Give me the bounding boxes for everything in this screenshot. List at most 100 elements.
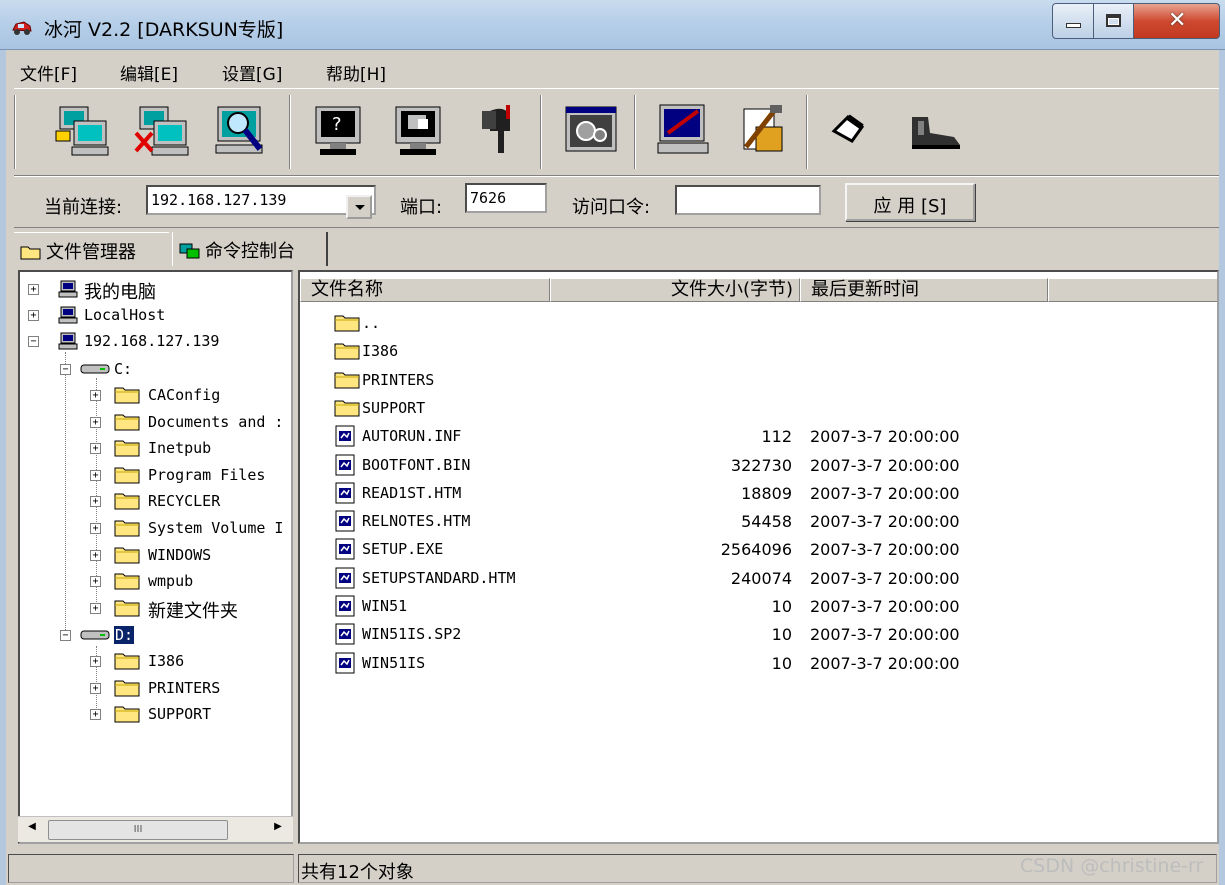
file-row[interactable]: WIN51 10 2007-3-7 20:00:00 [300,591,1217,619]
file-row[interactable]: WIN51IS 10 2007-3-7 20:00:00 [300,648,1217,676]
file-icon [335,482,355,504]
file-row[interactable]: AUTORUN.INF 112 2007-3-7 20:00:00 [300,421,1217,449]
tree-node-folder[interactable]: + Program Files [90,464,290,488]
status-left-pane [8,854,294,883]
collapse-minus-icon[interactable]: − [60,630,71,641]
file-row[interactable]: WIN51IS.SP2 10 2007-3-7 20:00:00 [300,619,1217,647]
folder-icon [114,570,140,594]
tree-node-folder[interactable]: + I386 [90,650,290,674]
minimize-button[interactable] [1052,3,1094,39]
file-row[interactable]: RELNOTES.HTM 54458 2007-3-7 20:00:00 [300,506,1217,534]
maximize-button[interactable] [1094,3,1134,39]
tree-node-folder[interactable]: + CAConfig [90,384,290,408]
screen-control-icon[interactable] [388,97,450,163]
file-name: SUPPORT [362,398,426,417]
tree-node-folder[interactable]: + System Volume I [90,517,290,541]
tools-icon[interactable] [734,97,796,163]
tree-label: 新建文件夹 [148,600,238,622]
expand-plus-icon[interactable]: + [90,682,101,694]
tree-node-folder[interactable]: + Inetpub [90,437,290,461]
expand-plus-icon[interactable]: + [90,390,101,401]
tree-horizontal-scrollbar[interactable]: ◀ III ▶ [18,816,293,842]
settings-gear-icon[interactable] [560,97,622,163]
expand-plus-icon[interactable]: + [90,523,101,534]
file-row[interactable]: READ1ST.HTM 18809 2007-3-7 20:00:00 [300,478,1217,506]
tree-node-folder[interactable]: + WINDOWS [90,544,290,568]
expand-plus-icon[interactable]: + [28,284,39,295]
tree-node-folder[interactable]: + SUPPORT [90,703,290,727]
connection-dropdown-button[interactable] [346,195,372,219]
tree-node-drive-c[interactable]: − C: [58,358,278,382]
folder-icon [114,600,140,617]
file-icon [334,623,356,649]
port-label: 端口: [400,197,443,218]
folder-icon [114,677,140,701]
file-list-view: 文件名称 文件大小(字节) 最后更新时间 .. I386 PRINTERS SUPPO… [298,270,1219,844]
tab-file-manager[interactable]: 文件管理器 [14,232,169,266]
expand-plus-icon[interactable]: + [90,656,101,667]
file-row[interactable]: .. [300,308,1217,336]
mail-info-icon[interactable] [468,97,530,163]
scroll-thumb[interactable]: III [48,820,228,840]
delete-host-icon[interactable] [132,97,194,163]
close-button[interactable]: ✕ [1134,3,1220,39]
expand-plus-icon[interactable]: + [90,443,101,455]
file-name: I386 [362,342,399,361]
screen-capture-icon[interactable]: ? [308,97,370,163]
tab-command-console[interactable]: 命令控制台 [172,232,328,266]
expand-plus-icon[interactable]: + [90,576,101,588]
tree-node-folder[interactable]: + wmpub [90,570,290,594]
folder-icon [334,369,360,393]
upgrade-icon[interactable] [826,97,888,163]
file-name: SETUP.EXE [362,540,444,559]
column-header-name[interactable]: 文件名称 [300,278,550,302]
shoe-exit-icon[interactable] [904,97,966,163]
expand-plus-icon[interactable]: + [90,549,101,561]
search-host-icon[interactable] [210,97,272,163]
menu-edit[interactable]: 编辑[E] [120,60,178,85]
scroll-left-icon[interactable]: ◀ [22,821,42,839]
scroll-right-icon[interactable]: ▶ [268,821,288,839]
computer-icon [58,280,78,298]
tree-node-localhost[interactable]: + LocalHost [26,304,286,328]
menu-help[interactable]: 帮助[H] [326,60,386,85]
menu-file[interactable]: 文件[F] [20,60,77,85]
file-row[interactable]: I386 [300,336,1217,364]
folder-icon [114,597,140,621]
file-row[interactable]: PRINTERS [300,365,1217,393]
tree-node-folder[interactable]: + RECYCLER [90,490,290,514]
tree-node-folder[interactable]: + Documents and : [90,411,290,435]
tree-label: Documents and : [148,412,284,431]
collapse-minus-icon[interactable]: − [60,364,71,375]
apply-button[interactable]: 应 用 [S] [845,183,975,221]
edit-config-icon[interactable] [654,97,716,163]
expand-plus-icon[interactable]: + [90,496,101,508]
column-header-size[interactable]: 文件大小(字节) [550,278,800,302]
tree-node-folder[interactable]: + PRINTERS [90,677,290,701]
expand-plus-icon[interactable]: + [90,602,101,614]
computer-icon [58,332,78,350]
folder-icon [334,343,360,360]
tree-node-my-computer[interactable]: + 我的电脑 [26,278,286,303]
file-date: 2007-3-7 20:00:00 [810,540,960,560]
folder-icon [114,437,140,461]
tree-node-folder[interactable]: + 新建文件夹 [90,597,290,622]
file-row[interactable]: SETUPSTANDARD.HTM 240074 2007-3-7 20:00:00 [300,563,1217,591]
password-input[interactable] [675,185,821,215]
expand-plus-icon[interactable]: + [28,310,39,321]
column-header-date[interactable]: 最后更新时间 [800,278,1048,302]
tree-label-selected: D: [114,626,135,644]
file-row[interactable]: BOOTFONT.BIN 322730 2007-3-7 20:00:00 [300,450,1217,478]
tree-node-drive-d[interactable]: − D: [58,624,278,648]
port-input[interactable]: 7626 [465,183,547,213]
menu-settings[interactable]: 设置[G] [222,60,282,85]
current-connection-field[interactable]: 192.168.127.139 [146,185,376,215]
expand-plus-icon[interactable]: + [90,416,101,428]
file-row[interactable]: SUPPORT [300,393,1217,421]
tree-node-remote-host[interactable]: − 192.168.127.139 [26,330,286,354]
expand-plus-icon[interactable]: + [90,709,101,721]
add-host-icon[interactable] [52,97,114,163]
expand-plus-icon[interactable]: + [90,469,101,481]
file-row[interactable]: SETUP.EXE 2564096 2007-3-7 20:00:00 [300,534,1217,562]
collapse-minus-icon[interactable]: − [28,336,39,347]
